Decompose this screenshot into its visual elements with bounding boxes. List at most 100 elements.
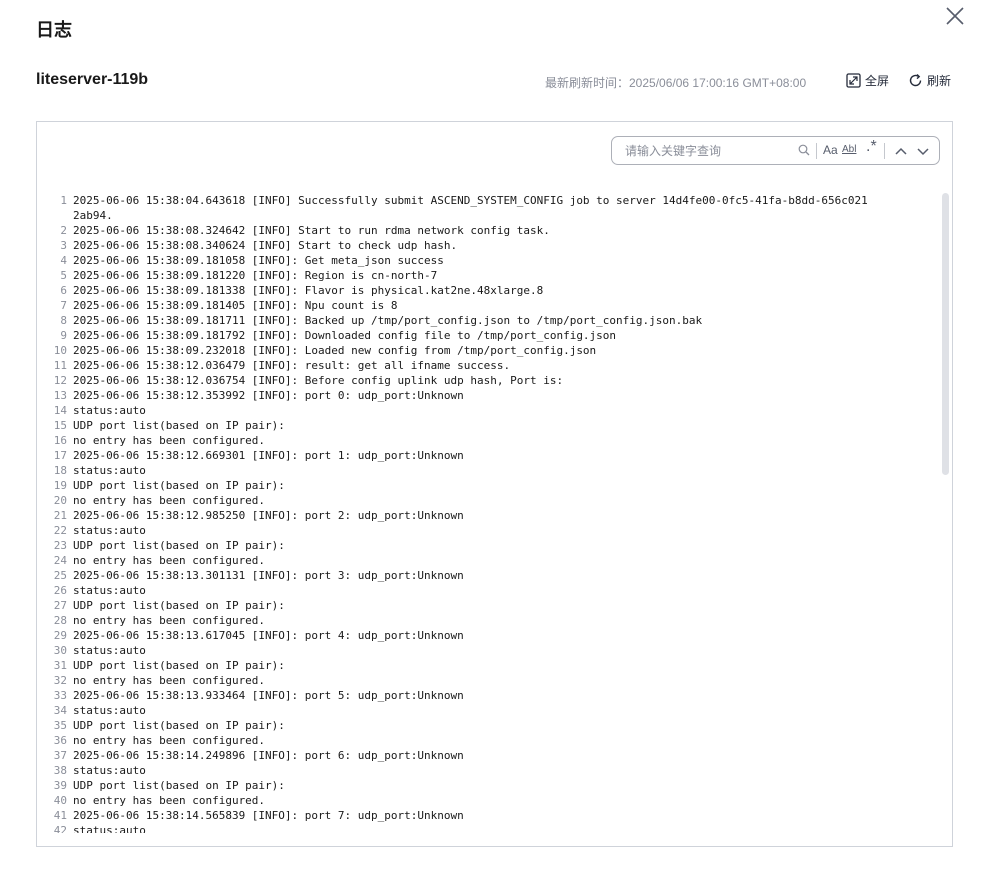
line-number: 31: [53, 659, 67, 672]
log-line: 42 status:auto: [47, 823, 927, 833]
line-number: 19: [53, 479, 67, 492]
line-text: 2025-06-06 15:38:13.301131 [INFO]: port …: [73, 569, 464, 582]
line-text: UDP port list(based on IP pair):: [73, 539, 285, 552]
log-line: 2 2025-06-06 15:38:08.324642 [INFO] Start…: [47, 223, 927, 238]
log-line: 12 2025-06-06 15:38:12.036754 [INFO]: Bef…: [47, 373, 927, 388]
server-name: liteserver-119b: [36, 71, 149, 88]
line-number: 34: [53, 704, 67, 717]
line-number: 41: [53, 809, 67, 822]
line-text: UDP port list(based on IP pair):: [73, 479, 285, 492]
expand-icon: [846, 73, 861, 88]
log-line: 33 2025-06-06 15:38:13.933464 [INFO]: por…: [47, 688, 927, 703]
log-line: 4 2025-06-06 15:38:09.181058 [INFO]: Get …: [47, 253, 927, 268]
log-line: 11 2025-06-06 15:38:12.036479 [INFO]: res…: [47, 358, 927, 373]
log-line: 10 2025-06-06 15:38:09.232018 [INFO]: Loa…: [47, 343, 927, 358]
line-number: 40: [53, 794, 67, 807]
refresh-label: 刷新: [927, 74, 952, 88]
log-line: 25 2025-06-06 15:38:13.301131 [INFO]: por…: [47, 568, 927, 583]
line-text: no entry has been configured.: [73, 434, 266, 447]
fullscreen-label: 全屏: [865, 74, 890, 88]
line-number: 35: [53, 719, 67, 732]
line-text: status:auto: [73, 464, 146, 477]
log-content: 1 2025-06-06 15:38:04.643618 [INFO] Succe…: [47, 193, 927, 833]
log-line: 18 status:auto: [47, 463, 927, 478]
line-number: 37: [53, 749, 67, 762]
line-number: 5: [60, 269, 67, 282]
refresh-time: 最新刷新时间：2025/06/06 17:00:16 GMT+08:00: [545, 76, 807, 90]
refresh-button[interactable]: 刷新: [908, 72, 951, 89]
line-number: 10: [53, 344, 67, 357]
line-text: status:auto: [73, 824, 146, 833]
close-icon: [946, 7, 964, 25]
line-text: 2025-06-06 15:38:14.249896 [INFO]: port …: [73, 749, 464, 762]
log-line: 30 status:auto: [47, 643, 927, 658]
separator: [816, 143, 817, 159]
log-line: 20 no entry has been configured.: [47, 493, 927, 508]
chevron-up-icon[interactable]: [893, 143, 909, 159]
line-number: 26: [53, 584, 67, 597]
log-line: 13 2025-06-06 15:38:12.353992 [INFO]: por…: [47, 388, 927, 403]
log-line: 35 UDP port list(based on IP pair):: [47, 718, 927, 733]
line-number: 9: [60, 329, 67, 342]
line-text: no entry has been configured.: [73, 674, 266, 687]
line-text: 2025-06-06 15:38:12.985250 [INFO]: port …: [73, 509, 464, 522]
whole-word-toggle[interactable]: Abl: [842, 142, 856, 158]
line-text: 2025-06-06 15:38:12.036754 [INFO]: Befor…: [73, 374, 564, 387]
line-text: UDP port list(based on IP pair):: [73, 419, 285, 432]
line-text: no entry has been configured.: [73, 734, 266, 747]
scrollbar-thumb[interactable]: [942, 193, 949, 475]
line-text: 2025-06-06 15:38:08.324642 [INFO] Start …: [73, 224, 550, 237]
match-case-toggle[interactable]: Aa: [823, 142, 838, 158]
line-number: 20: [53, 494, 67, 507]
line-text: no entry has been configured.: [73, 794, 266, 807]
line-number: 11: [53, 359, 67, 372]
line-number: 38: [53, 764, 67, 777]
line-number: 28: [53, 614, 67, 627]
chevron-down-icon[interactable]: [915, 143, 931, 159]
line-number: 13: [53, 389, 67, 402]
log-line: 1 2025-06-06 15:38:04.643618 [INFO] Succe…: [47, 193, 927, 223]
log-line: 41 2025-06-06 15:38:14.565839 [INFO]: por…: [47, 808, 927, 823]
log-line: 19 UDP port list(based on IP pair):: [47, 478, 927, 493]
line-text: status:auto: [73, 764, 146, 777]
log-line: 34 status:auto: [47, 703, 927, 718]
fullscreen-button[interactable]: 全屏: [846, 72, 889, 89]
log-line: 36 no entry has been configured.: [47, 733, 927, 748]
log-line: 39 UDP port list(based on IP pair):: [47, 778, 927, 793]
line-number: 22: [53, 524, 67, 537]
log-line: 8 2025-06-06 15:38:09.181711 [INFO]: Back…: [47, 313, 927, 328]
line-number: 3: [60, 239, 67, 252]
line-number: 14: [53, 404, 67, 417]
line-text: 2025-06-06 15:38:12.353992 [INFO]: port …: [73, 389, 464, 402]
line-number: 2: [60, 224, 67, 237]
line-number: 16: [53, 434, 67, 447]
log-line: 31 UDP port list(based on IP pair):: [47, 658, 927, 673]
line-text: 2025-06-06 15:38:04.643618 [INFO] Succes…: [73, 194, 868, 222]
scrollbar[interactable]: [941, 193, 949, 833]
line-text: UDP port list(based on IP pair):: [73, 779, 285, 792]
log-line: 3 2025-06-06 15:38:08.340624 [INFO] Start…: [47, 238, 927, 253]
search-box: Aa Abl .*: [611, 136, 940, 165]
log-line: 32 no entry has been configured.: [47, 673, 927, 688]
line-text: status:auto: [73, 404, 146, 417]
line-number: 25: [53, 569, 67, 582]
line-number: 23: [53, 539, 67, 552]
line-text: 2025-06-06 15:38:09.181711 [INFO]: Backe…: [73, 314, 703, 327]
line-text: 2025-06-06 15:38:09.232018 [INFO]: Loade…: [73, 344, 597, 357]
line-number: 18: [53, 464, 67, 477]
line-text: UDP port list(based on IP pair):: [73, 659, 285, 672]
regex-toggle[interactable]: .*: [866, 139, 877, 155]
log-panel: Aa Abl .* 1 2025-06-06 15:38:04.643618 [I…: [36, 121, 953, 847]
line-number: 17: [53, 449, 67, 462]
line-number: 36: [53, 734, 67, 747]
line-number: 4: [60, 254, 67, 267]
log-line: 28 no entry has been configured.: [47, 613, 927, 628]
search-input[interactable]: [625, 143, 795, 158]
log-line: 17 2025-06-06 15:38:12.669301 [INFO]: por…: [47, 448, 927, 463]
close-button[interactable]: [944, 5, 966, 27]
line-text: 2025-06-06 15:38:14.565839 [INFO]: port …: [73, 809, 464, 822]
log-line: 22 status:auto: [47, 523, 927, 538]
line-number: 12: [53, 374, 67, 387]
log-line: 5 2025-06-06 15:38:09.181220 [INFO]: Regi…: [47, 268, 927, 283]
log-line: 27 UDP port list(based on IP pair):: [47, 598, 927, 613]
